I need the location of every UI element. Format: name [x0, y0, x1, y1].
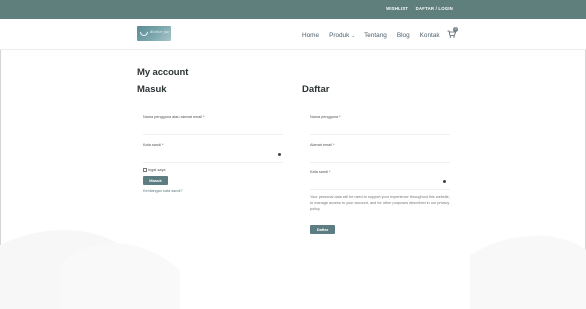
- cart-count-badge: 0: [453, 27, 458, 32]
- nav-tentang[interactable]: Tentang: [364, 32, 387, 39]
- remember-row: Ingat saya: [143, 168, 166, 172]
- login-password-field[interactable]: [143, 149, 283, 163]
- login-username-label: Nama pengguna atau alamat email *: [143, 115, 205, 119]
- nav-kontak[interactable]: Kontak: [420, 32, 440, 39]
- register-button[interactable]: Daftar: [310, 225, 335, 234]
- nav-produk[interactable]: Produk ⌄: [329, 32, 355, 39]
- privacy-notice: Your personal data will be used to suppo…: [310, 195, 450, 212]
- page: WISHLIST DAFTAR / LOGIN doctor joe Home …: [0, 0, 586, 309]
- login-register-link[interactable]: DAFTAR / LOGIN: [416, 6, 453, 11]
- lost-password-link[interactable]: Kehilangan kata sandi?: [143, 189, 182, 193]
- register-username-field[interactable]: [310, 121, 450, 135]
- register-password-field[interactable]: [310, 176, 450, 190]
- logo-text: doctor joe: [150, 29, 170, 34]
- logo-bowl-icon: [140, 32, 148, 36]
- show-password-icon[interactable]: [443, 180, 446, 183]
- top-links: WISHLIST DAFTAR / LOGIN: [380, 6, 453, 11]
- show-password-icon[interactable]: [278, 153, 281, 156]
- register-email-field[interactable]: [310, 149, 450, 163]
- register-username-label: Nama pengguna *: [310, 115, 341, 119]
- main-nav: Home Produk ⌄ Tentang Blog Kontak: [302, 30, 450, 40]
- chevron-down-icon: ⌄: [351, 32, 356, 38]
- nav-produk-label: Produk: [329, 31, 350, 39]
- login-button[interactable]: Masuk: [143, 176, 168, 185]
- wishlist-link[interactable]: WISHLIST: [386, 6, 408, 11]
- site-header: doctor joe Home Produk ⌄ Tentang Blog Kon…: [0, 19, 586, 50]
- login-password-label: Kata sandi *: [143, 143, 164, 147]
- remember-label: Ingat saya: [148, 168, 166, 172]
- site-logo[interactable]: doctor joe: [137, 26, 171, 41]
- nav-blog[interactable]: Blog: [397, 32, 410, 39]
- top-bar: WISHLIST DAFTAR / LOGIN: [0, 0, 586, 19]
- remember-checkbox[interactable]: [143, 168, 147, 172]
- login-username-field[interactable]: [143, 121, 283, 135]
- nav-home[interactable]: Home: [302, 32, 319, 39]
- register-email-label: Alamat email *: [310, 143, 335, 147]
- background-watermark: [0, 230, 586, 309]
- register-title: Daftar: [302, 84, 330, 95]
- register-password-label: Kata sandi *: [310, 170, 331, 174]
- page-title: My account: [137, 67, 189, 78]
- login-title: Masuk: [137, 84, 167, 95]
